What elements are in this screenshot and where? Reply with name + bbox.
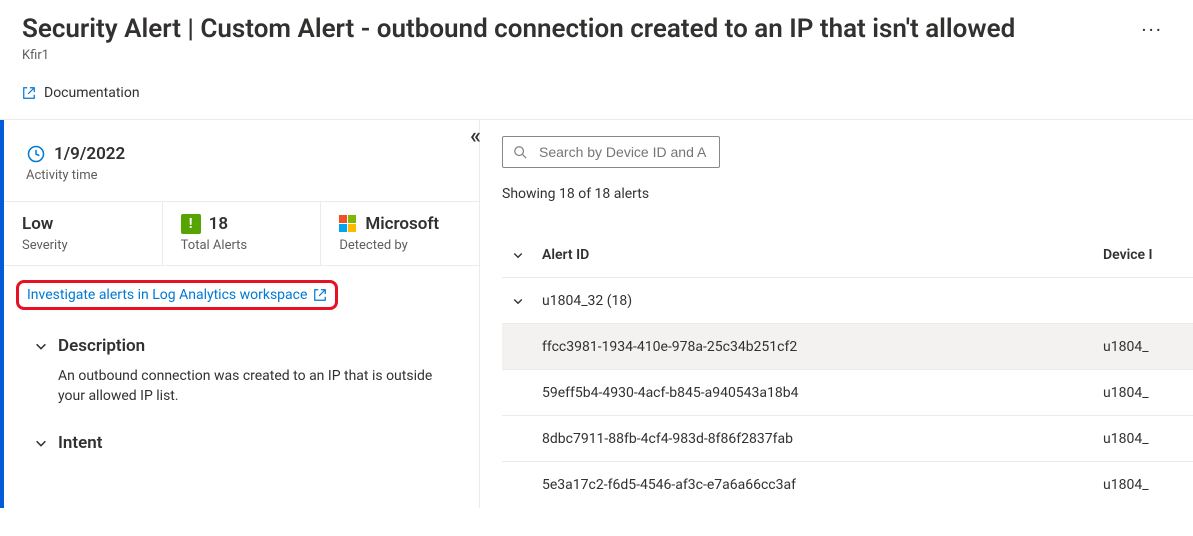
page-title: Security Alert | Custom Alert - outbound… [22,14,1015,45]
detected-by-metric: Microsoft Detected by [321,202,479,265]
documentation-link[interactable]: Documentation [44,85,140,101]
cell-alert-id: 59eff5b4-4930-4acf-b845-a940543a18b4 [542,373,1103,413]
alerts-pane: Showing 18 of 18 alerts Alert ID Device … [480,120,1193,508]
activity-time-value: 1/9/2022 [54,144,125,164]
table-row[interactable]: 59eff5b4-4930-4acf-b845-a940543a18b4 u18… [502,370,1193,416]
cell-alert-id: 8dbc7911-88fb-4cf4-983d-8f86f2837fab [542,419,1103,459]
clock-icon [26,144,46,164]
table-row[interactable]: ffcc3981-1934-410e-978a-25c34b251cf2 u18… [502,324,1193,370]
cell-alert-id: 5e3a17c2-f6d5-4546-af3c-e7a6a66cc3af [542,465,1103,505]
table-row[interactable]: 5e3a17c2-f6d5-4546-af3c-e7a6a66cc3af u18… [502,462,1193,508]
activity-time-label: Activity time [26,168,457,183]
description-body: An outbound connection was created to an… [34,366,457,407]
table-group-row[interactable]: u1804_32 (18) [502,278,1193,324]
severity-metric: Low Severity [4,202,163,265]
warning-icon: ! [181,214,201,234]
cell-device: u1804_ [1103,327,1193,367]
chevron-down-icon [34,436,48,450]
detected-by-value: Microsoft [365,214,439,234]
total-alerts-label: Total Alerts [181,238,303,253]
external-link-icon [22,86,36,100]
scope-subtitle: Kfir1 [22,48,1171,63]
page-header: Security Alert | Custom Alert - outbound… [0,0,1193,119]
cell-device: u1804_ [1103,419,1193,459]
investigate-alerts-link[interactable]: Investigate alerts in Log Analytics work… [16,280,338,310]
column-device[interactable]: Device I [1103,235,1193,275]
description-heading: Description [58,336,145,356]
cell-device: u1804_ [1103,465,1193,505]
overflow-menu-button[interactable]: ··· [1133,14,1171,46]
chevron-down-icon[interactable] [512,295,524,307]
table-header-row: Alert ID Device I [502,232,1193,278]
search-input[interactable] [537,143,709,161]
external-link-icon [313,288,327,302]
microsoft-logo-icon [339,215,357,233]
details-pane: « 1/9/2022 Activity time Low Severity ! … [0,120,480,508]
showing-count: Showing 18 of 18 alerts [502,186,1193,202]
chevron-down-icon [34,339,48,353]
collapse-pane-button[interactable]: « [470,126,481,148]
total-alerts-metric: ! 18 Total Alerts [163,202,322,265]
table-row[interactable]: 8dbc7911-88fb-4cf4-983d-8f86f2837fab u18… [502,416,1193,462]
detected-by-label: Detected by [339,238,461,253]
alerts-table: Alert ID Device I u1804_32 (18) ffcc3981… [502,232,1193,508]
cell-device: u1804_ [1103,373,1193,413]
column-alert-id[interactable]: Alert ID [542,235,1103,275]
search-icon [513,144,527,160]
description-toggle[interactable]: Description [34,336,457,356]
severity-value: Low [22,214,144,234]
table-group-label: u1804_32 (18) [542,281,1103,321]
total-alerts-value: 18 [209,214,228,234]
chevron-down-icon[interactable] [512,249,524,261]
search-field[interactable] [502,136,720,168]
investigate-alerts-label: Investigate alerts in Log Analytics work… [27,287,307,303]
severity-label: Severity [22,238,144,253]
intent-toggle[interactable]: Intent [34,433,457,453]
intent-heading: Intent [58,433,102,453]
cell-alert-id: ffcc3981-1934-410e-978a-25c34b251cf2 [542,327,1103,367]
